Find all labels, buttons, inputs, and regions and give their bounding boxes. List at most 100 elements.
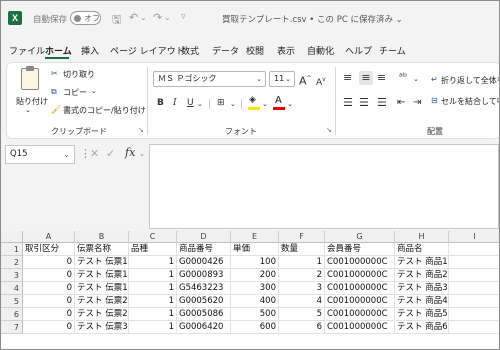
cell[interactable]: 1	[129, 308, 177, 321]
cell[interactable]: テスト 商品1	[395, 256, 449, 269]
cell[interactable]	[449, 282, 499, 295]
wrap-text-button[interactable]: 折り返して全体を	[441, 75, 499, 86]
cell[interactable]	[449, 256, 499, 269]
column-header-e[interactable]: E	[231, 231, 279, 243]
cell[interactable]: G5463223	[177, 282, 231, 295]
cell[interactable]: 0	[23, 308, 75, 321]
tab-file[interactable]: ファイル	[9, 44, 45, 57]
font-name-select[interactable]: ＭＳ Ｐゴシック ⌄	[153, 71, 266, 87]
customize-toolbar-icon[interactable]: ▿	[181, 12, 186, 22]
cell[interactable]: C001000000C	[325, 256, 395, 269]
cell[interactable]: 2	[279, 269, 325, 282]
column-header-i[interactable]: I	[449, 231, 499, 243]
italic-icon[interactable]: I	[173, 96, 177, 110]
align-center-icon[interactable]: ☰	[359, 96, 369, 110]
cell[interactable]: 0	[23, 256, 75, 269]
cell[interactable]: G0005620	[177, 295, 231, 308]
paste-button[interactable]: 貼り付け	[16, 96, 48, 107]
decrease-font-size-icon[interactable]: Av	[316, 73, 326, 88]
copy-icon[interactable]: ⧉	[51, 87, 57, 97]
tab-formulas[interactable]: 数式	[181, 44, 199, 57]
wrap-text-icon[interactable]: ↵	[431, 75, 438, 84]
chevron-down-icon[interactable]: ⌄	[139, 150, 145, 158]
fill-color-dropdown-icon[interactable]: ⌄	[262, 97, 268, 111]
cell[interactable]	[449, 269, 499, 282]
select-all-corner[interactable]	[1, 231, 23, 243]
redo-dropdown-icon[interactable]: ⌄	[164, 13, 171, 22]
undo-dropdown-icon[interactable]: ⌄	[140, 13, 147, 22]
cell[interactable]: 1	[129, 295, 177, 308]
cell[interactable]	[449, 295, 499, 308]
tab-insert[interactable]: 挿入	[81, 44, 99, 57]
cell[interactable]	[449, 243, 499, 256]
cell[interactable]: 4	[279, 295, 325, 308]
tab-automate[interactable]: 自動化	[307, 44, 334, 57]
merge-center-icon[interactable]: ⊟	[431, 96, 438, 105]
cell[interactable]	[449, 308, 499, 321]
cell[interactable]: テスト 伝票1	[75, 256, 129, 269]
formula-input[interactable]	[149, 144, 499, 229]
cell[interactable]: 品種	[129, 243, 177, 256]
align-left-icon[interactable]: ☰	[343, 96, 353, 110]
tab-home[interactable]: ホーム	[45, 44, 72, 57]
cell[interactable]: G0000426	[177, 256, 231, 269]
tab-view[interactable]: 表示	[277, 44, 295, 57]
row-header[interactable]: 3	[1, 269, 23, 282]
underline-dropdown-icon[interactable]: ⌄	[197, 97, 203, 111]
increase-indent-icon[interactable]: ⇥	[413, 96, 421, 110]
redo-icon[interactable]: ↷	[153, 11, 162, 24]
cell[interactable]: 数量	[279, 243, 325, 256]
cell[interactable]: テスト 商品4	[395, 295, 449, 308]
cell[interactable]: C001000000C	[325, 282, 395, 295]
cell[interactable]: 1	[129, 282, 177, 295]
cell[interactable]: テスト 商品5	[395, 308, 449, 321]
cell[interactable]: 商品番号	[177, 243, 231, 256]
cell[interactable]: 商品名	[395, 243, 449, 256]
cell[interactable]: G0005086	[177, 308, 231, 321]
tab-team[interactable]: チーム	[379, 44, 406, 57]
cell[interactable]: 600	[231, 321, 279, 334]
cell[interactable]: テスト 商品3	[395, 282, 449, 295]
clipboard-launcher-icon[interactable]: ↘	[138, 126, 144, 134]
save-icon[interactable]: 🖫	[112, 11, 121, 30]
cell[interactable]: 0	[23, 282, 75, 295]
font-color-icon[interactable]: A	[273, 95, 285, 110]
name-box[interactable]: Q15 ⌄	[5, 145, 75, 164]
cell[interactable]: C001000000C	[325, 308, 395, 321]
column-header-g[interactable]: G	[325, 231, 395, 243]
column-header-a[interactable]: A	[23, 231, 75, 243]
cell[interactable]: テスト 伝票1	[75, 269, 129, 282]
cell[interactable]: 1	[129, 256, 177, 269]
copy-button[interactable]: コピー	[63, 87, 87, 98]
bold-icon[interactable]: B	[157, 96, 164, 110]
cell[interactable]: 0	[23, 295, 75, 308]
cell[interactable]: テスト 商品6	[395, 321, 449, 334]
cell[interactable]: 200	[231, 269, 279, 282]
font-color-dropdown-icon[interactable]: ⌄	[287, 97, 293, 111]
cell[interactable]: 3	[279, 282, 325, 295]
borders-dropdown-icon[interactable]: ⌄	[230, 97, 236, 111]
tab-page-layout[interactable]: ページ レイアウト	[110, 44, 185, 57]
cell[interactable]: 取引区分	[23, 243, 75, 256]
column-header-f[interactable]: F	[279, 231, 325, 243]
cell[interactable]: 300	[231, 282, 279, 295]
column-header-d[interactable]: D	[177, 231, 231, 243]
row-header[interactable]: 2	[1, 256, 23, 269]
format-painter-icon[interactable]: 🖌	[51, 105, 61, 114]
column-header-b[interactable]: B	[75, 231, 129, 243]
insert-function-icon[interactable]: fx	[125, 146, 135, 159]
cell[interactable]: テスト 伝票2	[75, 308, 129, 321]
align-middle-icon[interactable]: ≡	[359, 71, 373, 85]
paste-icon[interactable]	[21, 66, 39, 90]
cell[interactable]: G0000893	[177, 269, 231, 282]
underline-icon[interactable]: U	[187, 96, 194, 110]
cell[interactable]: 400	[231, 295, 279, 308]
cell[interactable]: テスト 伝票3	[75, 321, 129, 334]
merge-center-button[interactable]: セルを結合して中	[441, 96, 499, 107]
autosave-toggle[interactable]: オフ	[70, 11, 101, 25]
cell[interactable]: 500	[231, 308, 279, 321]
font-size-select[interactable]: 11 ⌄	[269, 71, 295, 87]
enter-icon[interactable]: ✓	[106, 147, 115, 160]
column-header-h[interactable]: H	[395, 231, 449, 243]
row-header[interactable]: 7	[1, 321, 23, 334]
